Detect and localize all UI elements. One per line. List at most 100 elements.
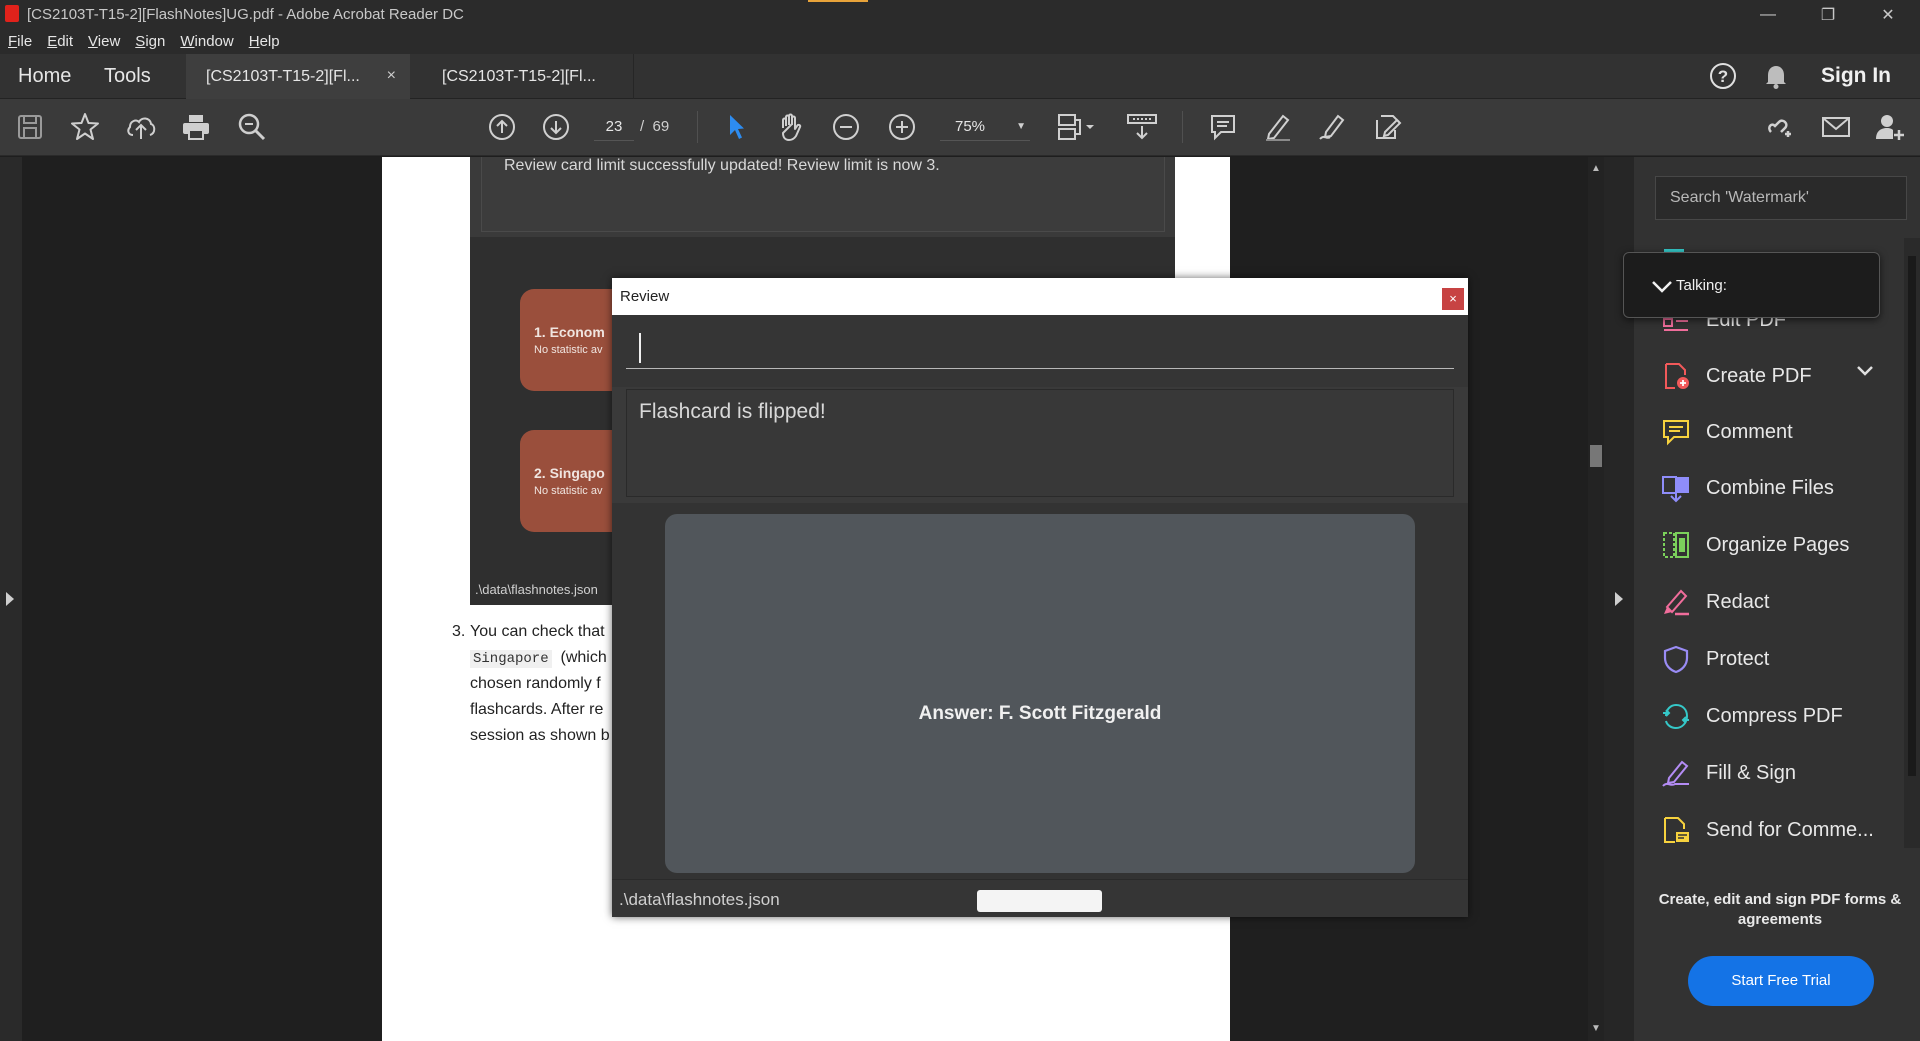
- page-display-icon[interactable]: [1056, 111, 1096, 143]
- paragraph-line: session as shown b: [470, 727, 610, 744]
- next-page-icon[interactable]: [540, 111, 572, 143]
- start-free-trial-button[interactable]: Start Free Trial: [1688, 956, 1874, 1006]
- tools-search-input[interactable]: Search 'Watermark': [1655, 176, 1907, 220]
- main-toolbar: 23 / 69 75% ▼: [0, 99, 1920, 156]
- scroll-mode-icon[interactable]: [1124, 111, 1160, 143]
- menu-help[interactable]: Help: [249, 33, 280, 50]
- save-icon[interactable]: [14, 111, 46, 143]
- close-window-button[interactable]: ✕: [1865, 0, 1911, 29]
- tab-document-second[interactable]: [CS2103T-T15-2][Fl...: [410, 54, 634, 99]
- command-input[interactable]: [626, 325, 1454, 369]
- chevron-down-icon[interactable]: [1651, 279, 1673, 293]
- close-tab-icon[interactable]: ×: [387, 67, 396, 85]
- bookmark-star-icon[interactable]: [69, 111, 101, 143]
- protect-icon: [1660, 643, 1692, 675]
- notifications-bell-icon[interactable]: [1764, 63, 1788, 89]
- paragraph-line: You can check that: [470, 623, 605, 640]
- tab-document-label: [CS2103T-T15-2][Fl...: [442, 67, 596, 85]
- menu-window[interactable]: Window: [180, 33, 233, 50]
- toolbar-separator: [1182, 111, 1183, 143]
- zoom-value: 75%: [955, 118, 986, 135]
- flashcard[interactable]: [665, 514, 1415, 873]
- menu-view[interactable]: View: [88, 33, 120, 50]
- tool-label: Redact: [1706, 590, 1770, 613]
- acrobat-logo-icon: [5, 5, 19, 22]
- tools-scroll-thumb[interactable]: [1908, 256, 1916, 776]
- tool-label: Comment: [1706, 420, 1793, 443]
- find-zoom-icon[interactable]: [236, 111, 268, 143]
- deck-card-title: 2. Singapo: [534, 465, 605, 481]
- menu-edit[interactable]: Edit: [47, 33, 73, 50]
- window-titlebar: [CS2103T-T15-2][FlashNotes]UG.pdf - Adob…: [0, 0, 1920, 29]
- tool-label: Compress PDF: [1706, 704, 1843, 727]
- tools-scrollbar[interactable]: [1904, 238, 1920, 848]
- menu-file[interactable]: File: [8, 33, 32, 50]
- edit-text-icon[interactable]: [1372, 111, 1404, 143]
- zoom-out-icon[interactable]: [830, 111, 862, 143]
- window-title: [CS2103T-T15-2][FlashNotes]UG.pdf - Adob…: [27, 6, 464, 23]
- review-titlebar[interactable]: [612, 278, 1468, 315]
- zoom-level-select[interactable]: 75% ▼: [940, 113, 1030, 141]
- title-accent: [808, 0, 868, 2]
- tool-send-for-comments[interactable]: Send for Comme...: [1660, 808, 1890, 852]
- send-for-comment-icon: [1660, 814, 1692, 846]
- tool-protect[interactable]: Protect: [1660, 637, 1890, 681]
- screenshot-limit-message: Review card limit successfully updated! …: [504, 157, 940, 174]
- fill-sign-icon: [1660, 757, 1692, 789]
- select-arrow-icon[interactable]: [720, 111, 752, 143]
- tool-label: Organize Pages: [1706, 533, 1850, 556]
- create-pdf-chevron-icon[interactable]: [1856, 364, 1874, 378]
- sign-in-button[interactable]: Sign In: [1821, 64, 1891, 88]
- tab-document-active[interactable]: [CS2103T-T15-2][Fl... ×: [186, 54, 410, 99]
- create-pdf-icon: [1660, 360, 1692, 392]
- restore-button[interactable]: ❐: [1805, 0, 1851, 29]
- page-number-input[interactable]: 23: [594, 113, 634, 141]
- toolbar-separator: [697, 111, 698, 143]
- tool-label: Send for Comme...: [1706, 818, 1874, 841]
- talking-label: Talking:: [1676, 277, 1727, 294]
- share-link-icon[interactable]: [1765, 111, 1797, 143]
- tool-label: Protect: [1706, 647, 1770, 670]
- deck-card-subtitle: No statistic av: [534, 344, 603, 356]
- zoom-in-icon[interactable]: [886, 111, 918, 143]
- menu-sign[interactable]: Sign: [135, 33, 165, 50]
- sign-pen-icon[interactable]: [1317, 111, 1349, 143]
- flashcard-answer: Answer: F. Scott Fitzgerald: [918, 703, 1162, 724]
- scroll-up-icon[interactable]: ▲: [1591, 163, 1601, 174]
- screenshot-path: .\data\flashnotes.json: [475, 582, 598, 597]
- document-scrollbar[interactable]: ▲ ▼: [1588, 157, 1604, 1041]
- collapse-tools-pane-icon[interactable]: [1615, 592, 1623, 606]
- add-user-icon[interactable]: [1875, 111, 1907, 143]
- minimize-button[interactable]: —: [1745, 0, 1791, 29]
- help-icon[interactable]: ?: [1709, 62, 1737, 90]
- highlight-pen-icon[interactable]: [1262, 111, 1294, 143]
- tool-label: Create PDF: [1706, 364, 1812, 387]
- deck-card-title: 1. Econom: [534, 324, 605, 340]
- tool-fill-sign[interactable]: Fill & Sign: [1660, 751, 1890, 795]
- email-icon[interactable]: [1820, 111, 1852, 143]
- tab-tools[interactable]: Tools: [104, 54, 151, 99]
- redact-icon: [1660, 586, 1692, 618]
- expand-left-pane-icon[interactable]: [6, 592, 14, 606]
- upload-cloud-icon[interactable]: [125, 111, 157, 143]
- data-file-path: .\data\flashnotes.json: [619, 890, 780, 909]
- paragraph-line: chosen randomly f: [470, 675, 601, 692]
- review-dialog: Review × Flashcard is flipped! Answer: F…: [612, 278, 1468, 917]
- tool-label: Combine Files: [1706, 476, 1834, 499]
- comment-tool-icon[interactable]: [1207, 111, 1239, 143]
- review-close-button[interactable]: ×: [1442, 288, 1464, 310]
- scroll-down-icon[interactable]: ▼: [1591, 1023, 1601, 1034]
- tool-comment[interactable]: Comment: [1660, 410, 1890, 454]
- tool-organize-pages[interactable]: Organize Pages: [1660, 523, 1890, 567]
- paragraph-number: 3.: [452, 623, 466, 640]
- hand-tool-icon[interactable]: [775, 111, 807, 143]
- tab-home[interactable]: Home: [18, 54, 71, 99]
- result-message: Flashcard is flipped!: [639, 400, 826, 423]
- tool-redact[interactable]: Redact: [1660, 580, 1890, 624]
- tool-label: Fill & Sign: [1706, 761, 1797, 784]
- tool-combine-files[interactable]: Combine Files: [1660, 466, 1890, 510]
- print-icon[interactable]: [180, 111, 212, 143]
- tool-compress-pdf[interactable]: Compress PDF: [1660, 694, 1890, 738]
- document-scroll-thumb[interactable]: [1590, 445, 1602, 467]
- previous-page-icon[interactable]: [486, 111, 518, 143]
